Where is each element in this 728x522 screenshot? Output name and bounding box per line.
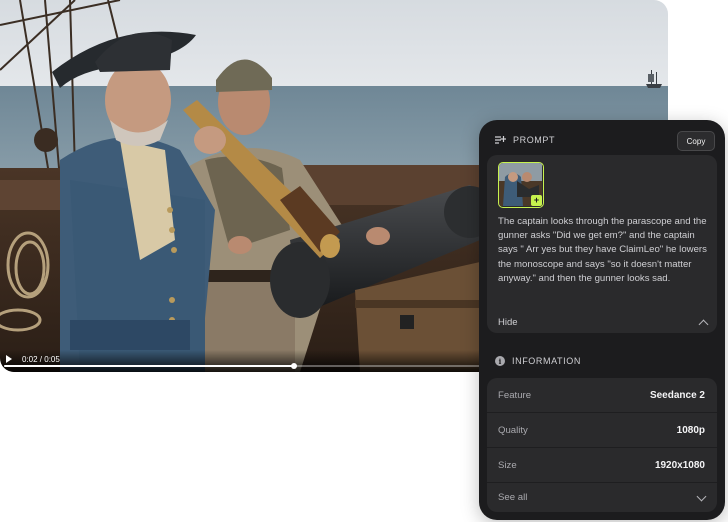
- see-all-label: See all: [498, 492, 528, 503]
- see-all-toggle[interactable]: See all: [487, 483, 717, 512]
- prompt-section-header: PROMPT: [495, 130, 555, 150]
- info-label: Size: [498, 459, 517, 471]
- prompt-card: + The captain looks through the parascop…: [487, 155, 717, 333]
- information-section-header: i INFORMATION: [495, 351, 581, 371]
- prompt-text: The captain looks through the parascope …: [498, 216, 707, 284]
- chevron-up-icon: [698, 319, 709, 329]
- information-card: Feature Seedance 2 Quality 1080p Size 19…: [487, 378, 717, 512]
- info-value: Seedance 2: [649, 389, 705, 401]
- info-row-feature: Feature Seedance 2: [487, 378, 717, 413]
- info-value: 1920x1080: [654, 459, 705, 471]
- seek-bar-progress: [4, 365, 295, 367]
- video-timecode: 0:02 / 0:05: [22, 355, 60, 364]
- info-icon: i: [495, 356, 505, 366]
- information-section-title: INFORMATION: [512, 356, 581, 366]
- prompt-icon: [495, 136, 506, 144]
- info-label: Feature: [498, 389, 532, 401]
- hide-label: Hide: [498, 316, 518, 328]
- copy-button[interactable]: Copy: [677, 131, 715, 151]
- info-label: Quality: [498, 424, 528, 436]
- info-row-quality: Quality 1080p: [487, 413, 717, 448]
- details-panel: PROMPT Copy + The captain looks through …: [479, 120, 725, 520]
- play-icon[interactable]: [6, 355, 12, 363]
- prompt-section-title: PROMPT: [513, 135, 556, 145]
- info-row-size: Size 1920x1080: [487, 448, 717, 483]
- add-image-icon[interactable]: +: [531, 195, 542, 206]
- info-value: 1080p: [676, 424, 705, 436]
- chevron-down-icon: [696, 491, 707, 501]
- prompt-reference-thumbnail[interactable]: +: [498, 162, 544, 208]
- hide-prompt-toggle[interactable]: Hide: [498, 314, 709, 330]
- seek-bar-handle[interactable]: [291, 363, 298, 369]
